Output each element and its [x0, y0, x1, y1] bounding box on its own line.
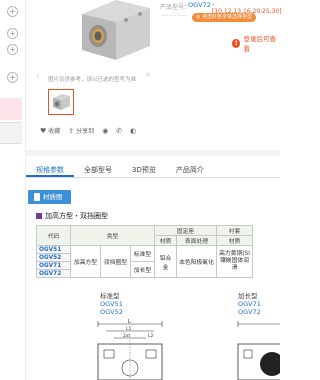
- header-material: 材质: [154, 235, 177, 246]
- dim-label: L: [128, 319, 131, 325]
- product-image: [82, 0, 150, 60]
- header-code: 代码: [36, 225, 71, 246]
- chevron-right-icon[interactable]: ›: [146, 70, 150, 80]
- divider: [162, 15, 186, 16]
- tab-intro[interactable]: 产品简介: [166, 160, 214, 177]
- image-note: 图片仅供参考，请以已选的型号为准: [48, 77, 137, 83]
- chevron-left-icon[interactable]: ‹: [36, 72, 40, 82]
- tab-specs[interactable]: 规格参数: [26, 160, 74, 177]
- dim-label: 2xt: [123, 333, 131, 339]
- long-code: OGV72: [238, 308, 261, 316]
- add-icon[interactable]: +: [7, 72, 18, 83]
- strip-highlight: [0, 98, 22, 120]
- share-icon: ⇪: [68, 126, 75, 135]
- material-cell: 铝合金: [154, 245, 177, 278]
- weibo-icon[interactable]: ◉: [102, 127, 108, 135]
- share-label: 分享到: [76, 128, 95, 135]
- section-divider: [26, 150, 280, 156]
- section-title-text: 加高方型・双挡圈型: [45, 212, 108, 220]
- material-tag-label: 材质图: [43, 193, 63, 201]
- add-icon[interactable]: +: [7, 28, 18, 39]
- share-button[interactable]: ⇪ 分享到: [68, 126, 95, 136]
- dim-label: L2: [148, 333, 154, 339]
- model-value: OGV72: [188, 1, 211, 9]
- left-edge-strip: + + + +: [0, 0, 26, 380]
- std-code: OGV52: [100, 308, 123, 316]
- login-warning[interactable]: ! 登录后可查看: [232, 33, 280, 53]
- std-drawing: L L1 2xt L2: [97, 319, 163, 380]
- table-code[interactable]: OGV51: [36, 245, 71, 254]
- tab-3d-preview[interactable]: 3D预览: [122, 160, 166, 177]
- header-sleeve: 衬套: [216, 225, 253, 236]
- thumbnail[interactable]: [48, 89, 74, 115]
- std-title: 标准型: [100, 292, 120, 300]
- table-code[interactable]: OGV52: [36, 253, 71, 262]
- tab-all-models[interactable]: 全部型号: [74, 160, 122, 177]
- heart-icon: ♥: [40, 126, 47, 135]
- header-type: 类型: [70, 225, 155, 246]
- table-code[interactable]: OGV71: [36, 261, 71, 270]
- type2-cell: 双挡圈型: [100, 245, 131, 278]
- material-tag[interactable]: 材质图: [28, 190, 71, 204]
- long-drawing-title: 加长型 OGV71 OGV72: [238, 290, 261, 316]
- long-type-cell: 加长型: [130, 261, 155, 278]
- add-icon[interactable]: +: [7, 6, 18, 17]
- login-warning-text: 登录后可查看: [243, 35, 276, 53]
- favorite-button[interactable]: ♥ 收藏: [40, 126, 61, 136]
- warning-icon: !: [232, 38, 241, 48]
- strip-block: [0, 122, 22, 144]
- sleeve-material-cell: 高力黄铜(SI 镶嵌固体润滑: [216, 245, 253, 278]
- add-icon[interactable]: +: [7, 44, 18, 55]
- std-drawing-title: 标准型 OGV51 OGV52: [100, 290, 123, 316]
- table-code[interactable]: OGV72: [36, 269, 71, 278]
- section-title: 加高方型・双挡圈型: [36, 211, 108, 221]
- type1-cell: 加高方型: [70, 245, 101, 278]
- favorite-label: 收藏: [48, 128, 61, 135]
- std-type-cell: 标准型: [130, 245, 155, 262]
- square-bullet-icon: [36, 213, 42, 219]
- surface-cell: 本色阳极氧化: [176, 245, 217, 278]
- long-title: 加长型: [238, 292, 258, 300]
- document-icon: [34, 193, 40, 201]
- thumbnail-image: [53, 94, 70, 110]
- spec-table: 代码 类型 固定座 衬套 材质 表面处理 材质 OGV51 加高方型 双挡圈型 …: [36, 225, 253, 278]
- wechat-icon[interactable]: ✆: [116, 127, 122, 135]
- long-drawing: [237, 321, 280, 380]
- actions-row: ♥ 收藏 ⇪ 分享到 ◉ ✆ ◐: [40, 126, 136, 136]
- header-fixed: 固定座: [154, 225, 217, 236]
- long-code: OGV71: [238, 300, 261, 308]
- qq-icon[interactable]: ◐: [130, 127, 136, 135]
- select-type-hint[interactable]: ◎ 点击红色字体选择类型: [192, 13, 256, 22]
- dim-label: L1: [126, 326, 132, 332]
- std-code: OGV51: [100, 300, 123, 308]
- model-label: 产品型号：: [160, 4, 191, 11]
- header-surface: 表面处理: [176, 235, 217, 246]
- header-sleeve-material: 材质: [216, 235, 253, 246]
- tab-bar: 规格参数 全部型号 3D预览 产品简介: [26, 160, 280, 178]
